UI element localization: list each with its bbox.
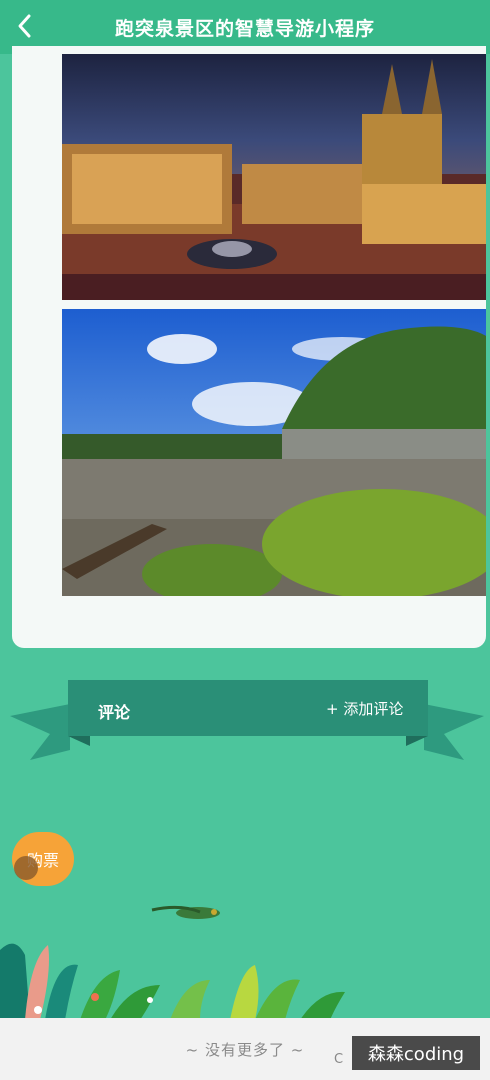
scenic-gallery-card [12, 46, 486, 648]
chevron-left-icon [18, 14, 31, 38]
page-title: 跑突泉景区的智慧导游小程序 [114, 17, 375, 40]
back-button[interactable] [10, 8, 40, 44]
watermark-prefix: C [334, 1052, 344, 1067]
add-comment-button[interactable]: + 添加评论 [326, 698, 403, 719]
comments-header-ribbon: 评论 + 添加评论 [10, 676, 484, 766]
ticket-badge-icon [14, 856, 38, 880]
scenic-photo-city-night[interactable] [62, 54, 486, 300]
comments-title: 评论 [98, 703, 131, 722]
no-more-text: ~ 没有更多了 ~ [185, 1040, 305, 1059]
plants-decoration [0, 943, 345, 1020]
buy-ticket-button[interactable]: 购票 [12, 832, 74, 886]
bird-decoration [151, 905, 220, 919]
scenic-photo-lake[interactable] [62, 309, 486, 596]
watermark-label: 森森coding [352, 1036, 480, 1070]
ribbon-decoration [10, 680, 484, 760]
